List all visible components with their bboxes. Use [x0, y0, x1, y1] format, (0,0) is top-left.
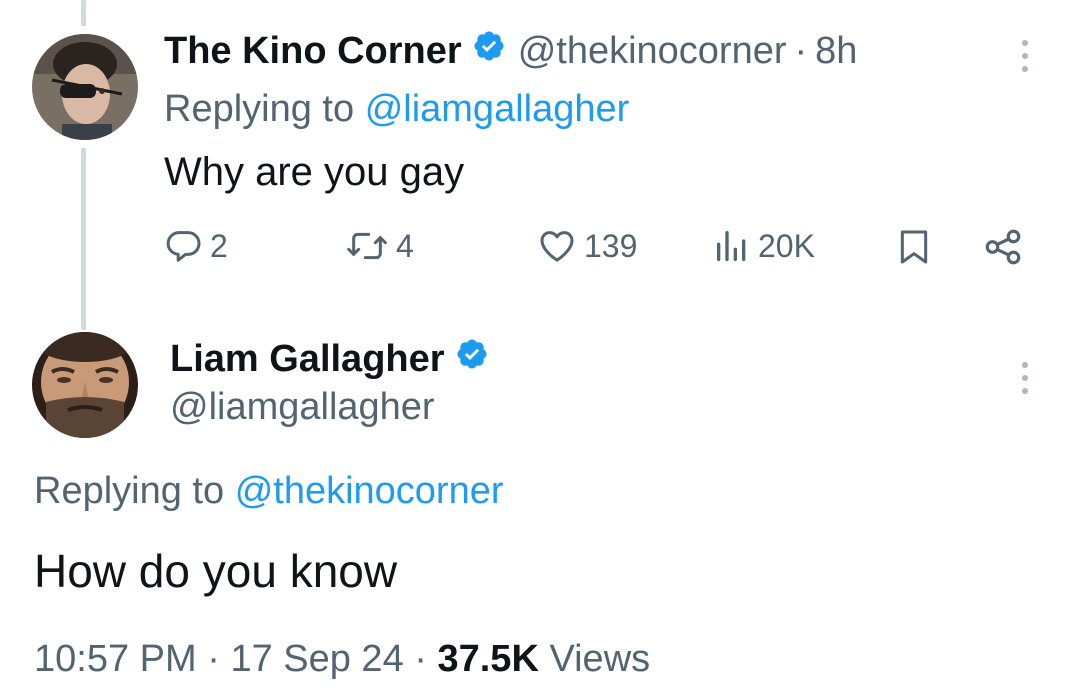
repost-icon	[347, 232, 387, 260]
verified-badge-icon	[455, 336, 489, 382]
views-label: Views	[549, 638, 651, 680]
author-handle[interactable]: @thekinocorner	[518, 28, 787, 74]
heart-icon	[540, 231, 574, 262]
reply-count: 2	[210, 227, 228, 264]
views-chart-icon	[717, 231, 746, 261]
replying-to: Replying to @thekinocorner	[34, 470, 504, 513]
views-count: 20K	[758, 227, 815, 264]
tweet-text: How do you know	[34, 545, 398, 597]
replying-mention-link[interactable]: @thekinocorner	[235, 470, 504, 512]
tweet-meta: 10:57 PM · 17 Sep 24 · 37.5K Views	[34, 638, 650, 681]
author-handle[interactable]: @liamgallagher	[170, 386, 435, 429]
like-button[interactable]: 139	[536, 226, 637, 266]
tweet-text: Why are you gay	[164, 150, 465, 194]
display-name[interactable]: The Kino Corner	[164, 28, 462, 74]
more-options-button[interactable]	[1022, 362, 1028, 394]
reply-button[interactable]: 2	[164, 226, 228, 266]
post-time[interactable]: 8h	[815, 28, 857, 74]
verified-badge-icon	[472, 28, 506, 74]
user-avatar-bearded-icon	[32, 332, 138, 438]
repost-count: 4	[396, 227, 414, 264]
display-name[interactable]: Liam Gallagher	[170, 336, 445, 382]
separator: ·	[794, 30, 808, 72]
views-button[interactable]: 20K	[712, 226, 815, 266]
avatar[interactable]	[32, 332, 138, 438]
share-button[interactable]	[982, 226, 1024, 268]
action-bar: 2 4 139 20K	[164, 226, 1044, 276]
avatar[interactable]	[32, 34, 138, 140]
author-line: The Kino Corner @thekinocorner · 8h	[164, 28, 857, 74]
user-avatar-eyepatch-icon	[32, 34, 138, 140]
more-options-button[interactable]	[1022, 40, 1028, 72]
separator: ·	[414, 638, 427, 680]
like-count: 139	[584, 227, 638, 264]
reply-icon	[166, 231, 201, 262]
bookmark-icon	[900, 230, 928, 264]
replying-prefix: Replying to	[164, 88, 355, 130]
author-line: Liam Gallagher	[170, 336, 501, 382]
more-vertical-icon	[1022, 362, 1028, 368]
replying-to: Replying to @liamgallagher	[164, 88, 629, 131]
replying-mention-link[interactable]: @liamgallagher	[365, 88, 630, 130]
repost-button[interactable]: 4	[344, 226, 414, 266]
reply-tweet[interactable]: The Kino Corner @thekinocorner · 8h Repl…	[0, 0, 1080, 330]
share-icon	[985, 229, 1021, 265]
timestamp-time[interactable]: 10:57 PM	[34, 638, 197, 680]
more-vertical-icon	[1022, 40, 1028, 46]
views-count: 37.5K	[437, 638, 539, 680]
bookmark-button[interactable]	[894, 226, 934, 268]
timestamp-date[interactable]: 17 Sep 24	[230, 638, 403, 680]
separator: ·	[207, 638, 220, 680]
replying-prefix: Replying to	[34, 470, 225, 512]
